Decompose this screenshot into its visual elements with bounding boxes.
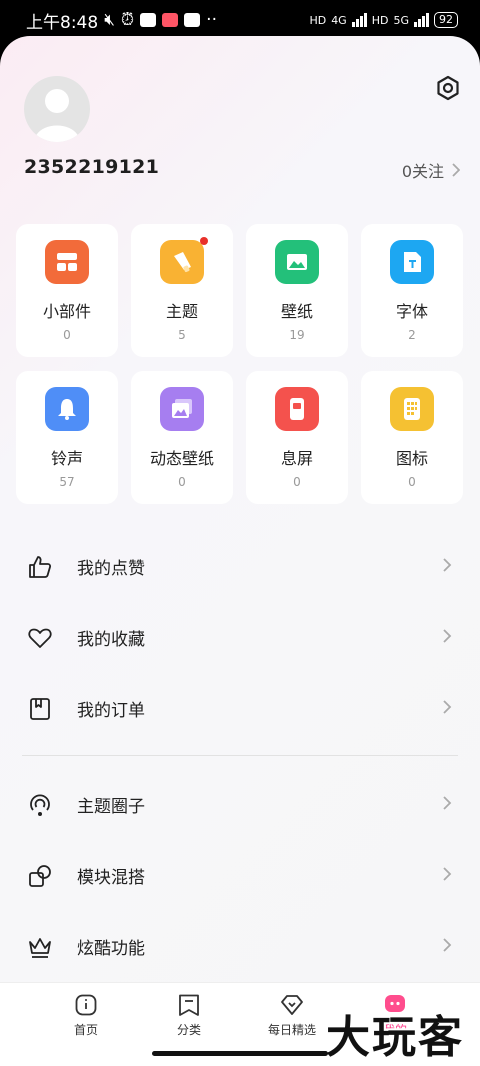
network-type-2: 5G <box>393 13 409 27</box>
card-widgets[interactable]: 小部件 0 <box>16 224 118 357</box>
username: 2352219121 <box>24 156 160 178</box>
diamond-icon <box>281 995 303 1015</box>
video-app-notification-icon <box>162 13 179 27</box>
status-bar: 上午8:48 🔇︎ ⏰︎ ·· HD 4G HD 5G 92 <box>0 0 480 40</box>
card-label: 小部件 <box>42 302 91 321</box>
card-always-on-display[interactable]: 息屏 0 <box>246 371 348 504</box>
card-app-icons[interactable]: 图标 0 <box>361 371 463 504</box>
status-time: 上午8:48 <box>26 12 99 33</box>
aod-icon <box>275 387 319 431</box>
card-count: 0 <box>178 475 186 489</box>
tab-daily-picks[interactable]: 每日精选 <box>247 993 337 1038</box>
card-count: 2 <box>408 328 416 342</box>
chevron-right-icon <box>443 629 452 643</box>
card-wallpapers[interactable]: 壁纸 19 <box>246 224 348 357</box>
avatar[interactable] <box>24 76 90 142</box>
card-themes[interactable]: 主题 5 <box>131 224 233 357</box>
chevron-right-icon <box>443 796 452 810</box>
chevron-right-icon <box>452 163 460 177</box>
network-type-1: 4G <box>331 13 347 27</box>
tab-home[interactable]: 首页 <box>41 993 131 1038</box>
heart-icon <box>28 628 52 648</box>
chevron-right-icon <box>443 558 452 572</box>
card-count: 57 <box>59 475 75 489</box>
brush-icon <box>160 237 208 284</box>
signal-icon-2 <box>414 13 429 27</box>
hd-badge: HD <box>309 13 327 27</box>
card-fonts[interactable]: 字体 2 <box>361 224 463 357</box>
menu-label: 模块混搭 <box>77 868 145 888</box>
menu-label: 我的点赞 <box>77 559 145 579</box>
menu-item-orders[interactable]: 我的订单 <box>0 678 480 738</box>
community-icon <box>30 794 50 816</box>
tab-label: 每日精选 <box>267 1023 316 1037</box>
follow-link[interactable]: 0关注 <box>402 158 460 182</box>
bell-icon <box>45 387 89 431</box>
category-icon <box>179 994 199 1016</box>
menu-label: 我的收藏 <box>77 630 145 650</box>
card-count: 0 <box>63 328 71 342</box>
app-notification-icon <box>140 13 157 27</box>
menu-item-theme-community[interactable]: 主题圈子 <box>0 774 480 834</box>
battery-icon: 92 <box>434 12 458 28</box>
app-icons-icon <box>390 387 434 431</box>
follow-count: 0关注 <box>401 162 444 181</box>
card-label: 主题 <box>165 302 198 321</box>
live-wallpaper-icon <box>160 387 204 431</box>
settings-icon[interactable] <box>434 74 462 102</box>
card-label: 息屏 <box>280 449 313 468</box>
card-count: 0 <box>408 475 416 489</box>
card-ringtones[interactable]: 铃声 57 <box>16 371 118 504</box>
app-notification-icon-2 <box>184 13 201 27</box>
card-label: 字体 <box>395 302 428 321</box>
order-icon <box>30 698 50 720</box>
card-count: 0 <box>293 475 301 489</box>
section-divider <box>22 755 458 756</box>
home-icon <box>75 994 97 1016</box>
category-grid: 小部件 0 主题 5 壁纸 19 字体 2 铃声 57 动态壁纸 0 息屏 0 … <box>16 224 464 504</box>
tab-category[interactable]: 分类 <box>144 993 234 1038</box>
font-icon <box>390 240 434 284</box>
menu-item-favorites[interactable]: 我的收藏 <box>0 607 480 667</box>
crown-icon <box>29 938 51 958</box>
menu-label: 主题圈子 <box>77 797 145 817</box>
watermark-logo: 大玩客 <box>326 1012 464 1063</box>
card-label: 图标 <box>395 449 428 468</box>
home-indicator[interactable] <box>152 1051 328 1056</box>
menu-item-cool-features[interactable]: 炫酷功能 <box>0 916 480 976</box>
chevron-right-icon <box>443 700 452 714</box>
tab-label: 首页 <box>73 1023 98 1037</box>
menu-label: 我的订单 <box>77 701 145 721</box>
signal-icon <box>351 13 367 27</box>
card-count: 5 <box>178 328 186 342</box>
wallpaper-icon <box>275 240 319 284</box>
menu-label: 炫酷功能 <box>77 939 145 959</box>
profile-screen: 2352219121 0关注 小部件 0 主题 5 壁纸 19 字体 2 铃声 … <box>0 36 480 1066</box>
card-label: 动态壁纸 <box>149 449 214 468</box>
hd-badge-2: HD <box>371 13 389 27</box>
new-badge <box>200 237 208 245</box>
menu-item-module-mix[interactable]: 模块混搭 <box>0 845 480 905</box>
mute-icon: 🔇︎ <box>104 10 115 30</box>
widget-icon <box>45 240 89 284</box>
thumbs-up-icon <box>29 556 52 578</box>
chevron-right-icon <box>443 867 452 881</box>
alarm-icon: ⏰︎ <box>120 10 135 30</box>
modules-icon <box>29 865 51 887</box>
card-label: 壁纸 <box>280 302 313 321</box>
menu-item-likes[interactable]: 我的点赞 <box>0 536 480 596</box>
chevron-right-icon <box>443 938 452 952</box>
card-count: 19 <box>289 328 305 342</box>
card-live-wallpapers[interactable]: 动态壁纸 0 <box>131 371 233 504</box>
tab-label: 分类 <box>176 1023 201 1037</box>
more-notifications-icon: ·· <box>206 10 217 30</box>
card-label: 铃声 <box>50 449 83 468</box>
